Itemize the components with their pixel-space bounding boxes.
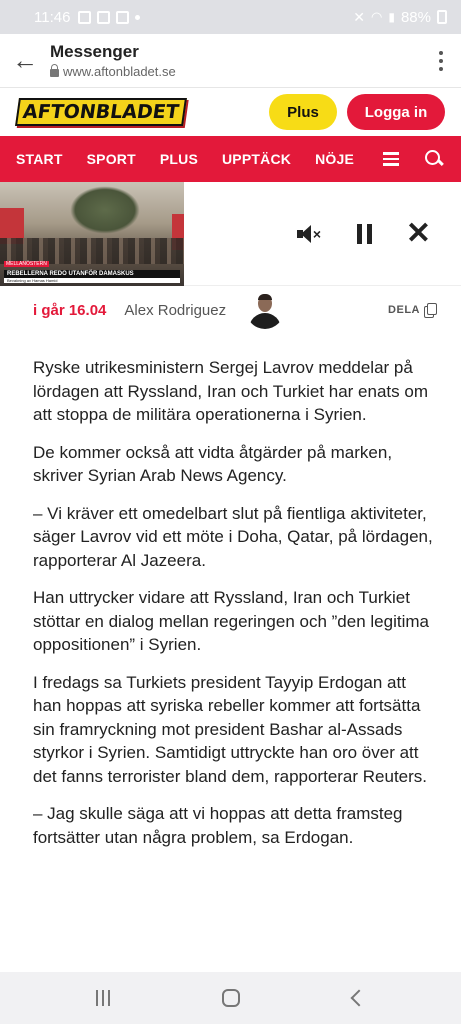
recents-icon[interactable]	[96, 990, 111, 1006]
more-options-icon[interactable]	[421, 50, 461, 71]
share-button[interactable]: DELA	[388, 303, 437, 318]
caption-main: REBELLERNA REDO UTANFÖR DAMASKUS	[4, 269, 180, 278]
article-paragraph: I fredags sa Turkiets president Tayyip E…	[33, 672, 428, 786]
article-byline: i går 16.04 Alex Rodriguez DELA	[0, 286, 461, 334]
search-icon[interactable]	[425, 150, 443, 168]
photo-icon	[116, 10, 130, 24]
nav-item-start[interactable]: START	[16, 151, 63, 167]
copy-icon	[424, 303, 437, 318]
more-notifications-icon	[135, 14, 141, 20]
battery-icon	[437, 10, 447, 24]
system-icons: ✕ ◠ ▮ 88%	[353, 9, 447, 26]
nav-item-upptack[interactable]: UPPTÄCK	[222, 151, 291, 167]
signal-icon: ▮	[388, 10, 395, 24]
article-paragraph: Han uttrycker vidare att Ryssland, Iran …	[33, 588, 429, 654]
publish-date: i går 16.04	[33, 301, 107, 319]
home-icon[interactable]	[222, 989, 241, 1007]
main-nav: START SPORT PLUS UPPTÄCK NÖJE	[0, 136, 461, 182]
nav-item-sport[interactable]: SPORT	[87, 151, 136, 167]
back-arrow-icon[interactable]: ←	[0, 45, 50, 76]
pause-icon[interactable]	[356, 223, 372, 244]
author-avatar[interactable]	[246, 291, 285, 329]
status-time: 11:46	[34, 8, 71, 26]
android-nav-bar	[0, 972, 461, 1024]
url-block[interactable]: Messenger www.aftonbladet.se	[50, 42, 421, 79]
notification-icons	[78, 10, 141, 24]
status-bar: 11:46 ✕ ◠ ▮ 88%	[0, 0, 461, 34]
lock-icon	[50, 64, 59, 77]
telegram-icon	[78, 10, 92, 24]
url-text: www.aftonbladet.se	[63, 64, 176, 79]
site-header: AFTONBLADET Plus Logga in	[0, 88, 461, 136]
thumb-tree	[70, 185, 140, 234]
caption-sub: Bevakning av Hamas Hamid	[4, 277, 180, 283]
battery-percent: 88%	[400, 8, 431, 26]
login-button[interactable]: Logga in	[347, 94, 445, 130]
wifi-icon: ◠	[371, 9, 383, 24]
plus-button[interactable]: Plus	[269, 94, 337, 130]
article-body: Ryske utrikesministern Sergej Lavrov med…	[33, 356, 433, 863]
close-icon[interactable]: ✕	[406, 218, 431, 249]
system-back-icon[interactable]	[350, 989, 368, 1007]
video-thumbnail[interactable]: MELLANÖSTERN REBELLERNA REDO UTANFÖR DAM…	[0, 181, 184, 286]
browser-toolbar: ← Messenger www.aftonbladet.se	[0, 34, 461, 88]
caption-tag: MELLANÖSTERN	[4, 260, 49, 267]
video-player-bar: MELLANÖSTERN REBELLERNA REDO UTANFÖR DAM…	[0, 181, 461, 286]
mute-icon[interactable]: ×	[296, 224, 323, 244]
article-paragraph: – Vi kräver ett omedelbart slut på fient…	[33, 503, 433, 570]
article-paragraph: De kommer också att vidta åtgärder på ma…	[33, 442, 393, 486]
menu-icon[interactable]	[383, 152, 399, 166]
author-name[interactable]: Alex Rodriguez	[124, 302, 226, 319]
article-paragraph: Ryske utrikesministern Sergej Lavrov med…	[33, 358, 428, 424]
mute-status-icon: ✕	[353, 8, 366, 25]
browser-title: Messenger	[50, 42, 139, 61]
nav-item-plus[interactable]: PLUS	[160, 151, 198, 167]
video-caption: MELLANÖSTERN REBELLERNA REDO UTANFÖR DAM…	[4, 252, 180, 283]
gallery-icon	[97, 10, 111, 24]
video-controls: × ✕	[296, 218, 461, 249]
aftonbladet-logo[interactable]: AFTONBLADET	[15, 98, 187, 126]
article-paragraph: – Jag skulle säga att vi hoppas att dett…	[33, 804, 403, 847]
share-label: DELA	[388, 304, 420, 316]
nav-item-noje[interactable]: NÖJE	[315, 151, 354, 167]
url-line: www.aftonbladet.se	[50, 64, 421, 79]
